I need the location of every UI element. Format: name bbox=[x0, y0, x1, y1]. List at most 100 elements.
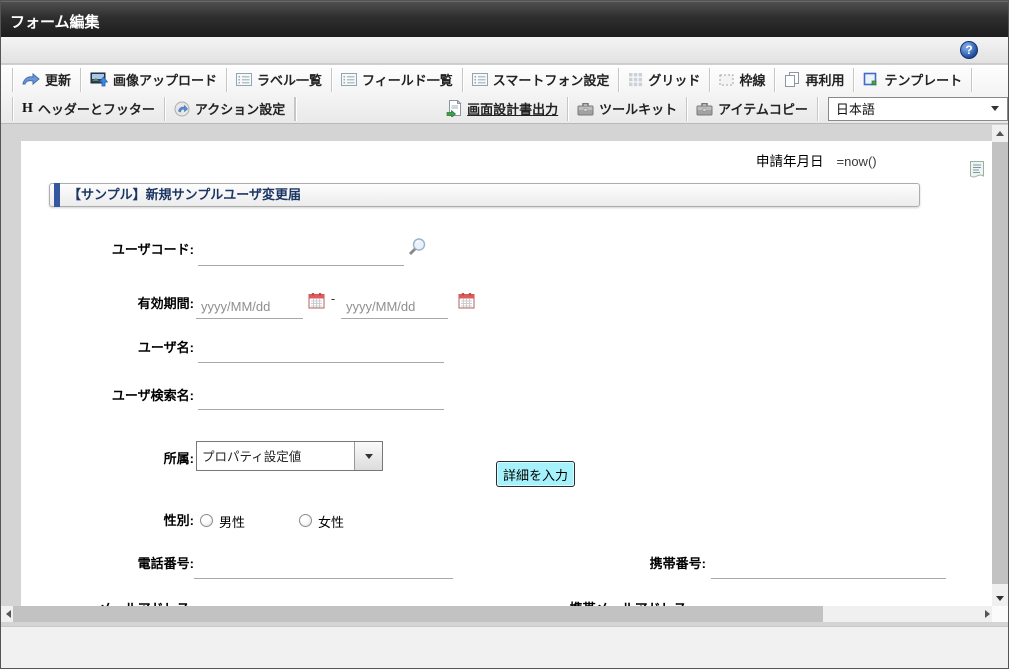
field-list-button[interactable]: フィールド一覧 bbox=[332, 67, 463, 92]
image-upload-button[interactable]: 画像アップロード bbox=[81, 67, 228, 92]
form-title-text: 【サンプル】新規サンプルユーザ変更届 bbox=[68, 187, 301, 202]
mobile-phone-input[interactable] bbox=[711, 549, 946, 579]
language-select-value: 日本語 bbox=[835, 102, 875, 117]
valid-period-from-placeholder: yyyy/MM/dd bbox=[201, 299, 271, 314]
detail-tooltip[interactable]: 詳細を入力 bbox=[496, 461, 576, 487]
toolbar: 更新 画像アップロード ラベル一覧 フィールド一覧 スマートフォン設定 グリッド bbox=[1, 64, 1008, 124]
label-list-button[interactable]: ラベル一覧 bbox=[227, 67, 333, 92]
field-list-icon bbox=[341, 73, 358, 86]
toolbar-spacer bbox=[295, 96, 437, 121]
calendar-icon[interactable] bbox=[308, 292, 325, 314]
valid-period-separator: - bbox=[330, 291, 336, 306]
smartphone-settings-icon bbox=[471, 73, 488, 86]
border-button[interactable]: 枠線 bbox=[710, 67, 776, 92]
reuse-button-label: 再利用 bbox=[805, 73, 845, 88]
applicant-date-formula: =now() bbox=[836, 154, 877, 169]
mobile-phone-label: 携帯番号: bbox=[649, 556, 706, 571]
mobile-email-label: 携帯メールアドレス: bbox=[531, 598, 691, 606]
department-combobox-value: プロパティ設定値 bbox=[202, 450, 302, 464]
detail-tooltip-text: 詳細を入力 bbox=[503, 467, 569, 483]
phone-label: 電話番号: bbox=[137, 556, 194, 571]
blue-accent-bar bbox=[54, 183, 60, 207]
grid-button-label: グリッド bbox=[648, 73, 701, 88]
header-footer-button-label: ヘッダーとフッター bbox=[37, 102, 155, 117]
phone-input[interactable] bbox=[194, 549, 453, 579]
user-code-input[interactable] bbox=[198, 237, 404, 266]
gender-female-label: 女性 bbox=[318, 515, 345, 530]
label-list-icon bbox=[236, 73, 253, 86]
form-title-bar[interactable]: 【サンプル】新規サンプルユーザ変更届 bbox=[49, 183, 920, 207]
screen-design-output-button-label: 画面設計書出力 bbox=[467, 102, 559, 117]
window-titlebar: フォーム編集 bbox=[1, 1, 1008, 37]
vertical-scrollbar-thumb[interactable] bbox=[992, 142, 1008, 584]
template-button-label: テンプレート bbox=[884, 73, 963, 88]
briefcase-icon bbox=[696, 102, 713, 116]
copy-pages-icon bbox=[784, 72, 800, 87]
gender-male-radio[interactable] bbox=[200, 514, 213, 527]
header-footer-button[interactable]: H ヘッダーとフッター bbox=[12, 96, 165, 121]
label-list-button-label: ラベル一覧 bbox=[257, 73, 323, 88]
grid-icon bbox=[628, 72, 643, 87]
dashed-border-icon bbox=[719, 74, 734, 86]
smartphone-settings-button-label: スマートフォン設定 bbox=[492, 73, 610, 88]
scroll-down-icon[interactable] bbox=[992, 590, 1008, 606]
border-button-label: 枠線 bbox=[739, 73, 766, 88]
update-button[interactable]: 更新 bbox=[12, 67, 82, 92]
chevron-down-icon bbox=[364, 453, 373, 459]
combobox-dropdown-button[interactable] bbox=[354, 442, 382, 470]
form-edit-window: フォーム編集 ? 更新 画像アップロード ラベル一覧 フィールド一覧 スマートフ… bbox=[0, 0, 1009, 669]
vertical-scrollbar[interactable] bbox=[992, 125, 1008, 606]
chevron-down-icon bbox=[991, 106, 999, 111]
valid-period-to-placeholder: yyyy/MM/dd bbox=[346, 299, 416, 314]
doc-export-icon bbox=[446, 100, 462, 117]
applicant-date-label: 申請年月日 bbox=[756, 154, 824, 169]
toolbar-row-1: 更新 画像アップロード ラベル一覧 フィールド一覧 スマートフォン設定 グリッド bbox=[1, 65, 1008, 94]
template-icon bbox=[863, 72, 879, 87]
smartphone-settings-button[interactable]: スマートフォン設定 bbox=[463, 67, 620, 92]
toolbar-row-2: H ヘッダーとフッター アクション設定 画面設計書出力 ツールキット アイテムコ… bbox=[1, 94, 1008, 123]
horizontal-scrollbar-thumb[interactable] bbox=[13, 606, 823, 622]
form-canvas: 申請年月日 =now() 【サンプル】新規サンプルユーザ変更届 ユーザコード: … bbox=[21, 141, 994, 606]
gender-label: 性別: bbox=[163, 513, 194, 528]
scrollbar-corner bbox=[992, 606, 1008, 622]
refresh-icon bbox=[22, 73, 40, 86]
toolkit-button-label: ツールキット bbox=[599, 102, 678, 117]
user-name-input[interactable] bbox=[198, 334, 444, 363]
header-footer-icon: H bbox=[22, 100, 33, 116]
department-label: 所属: bbox=[163, 451, 194, 466]
horizontal-scrollbar[interactable] bbox=[1, 606, 994, 622]
template-button[interactable]: テンプレート bbox=[854, 67, 973, 92]
download-shelf: X bis_forma-form-….xlsx すべてのダウンロードを表示 × bbox=[1, 626, 1008, 668]
screen-design-output-button[interactable]: 画面設計書出力 bbox=[437, 96, 569, 121]
script-icon[interactable] bbox=[969, 160, 985, 185]
image-upload-button-label: 画像アップロード bbox=[113, 73, 218, 88]
scroll-up-icon[interactable] bbox=[992, 125, 1008, 141]
user-name-label: ユーザ名: bbox=[137, 340, 194, 355]
update-button-label: 更新 bbox=[45, 73, 72, 88]
applicant-date-item[interactable]: 申請年月日 =now() bbox=[756, 150, 877, 170]
item-copy-button[interactable]: アイテムコピー bbox=[687, 96, 818, 121]
calendar-icon[interactable] bbox=[458, 292, 475, 314]
user-code-label: ユーザコード: bbox=[111, 242, 194, 257]
help-icon[interactable]: ? bbox=[960, 41, 978, 59]
grid-button[interactable]: グリッド bbox=[619, 67, 711, 92]
image-upload-icon bbox=[90, 72, 109, 87]
search-icon[interactable] bbox=[406, 237, 427, 263]
action-arrow-icon bbox=[174, 101, 190, 117]
user-search-name-label: ユーザ検索名: bbox=[111, 388, 194, 403]
toolbox-icon bbox=[577, 102, 594, 116]
field-list-button-label: フィールド一覧 bbox=[362, 73, 453, 88]
department-combobox[interactable]: プロパティ設定値 bbox=[196, 441, 383, 471]
gender-female-radio[interactable] bbox=[299, 514, 312, 527]
item-copy-button-label: アイテムコピー bbox=[718, 102, 808, 117]
language-select[interactable]: 日本語 bbox=[827, 96, 1008, 121]
valid-period-label: 有効期間: bbox=[137, 296, 194, 311]
reuse-button[interactable]: 再利用 bbox=[775, 67, 855, 92]
email-label: メールアドレス: bbox=[34, 598, 194, 606]
page-title: フォーム編集 bbox=[10, 14, 100, 31]
toolkit-button[interactable]: ツールキット bbox=[568, 96, 688, 121]
gender-male-label: 男性 bbox=[219, 515, 246, 530]
user-search-name-input[interactable] bbox=[198, 382, 444, 410]
action-settings-button[interactable]: アクション設定 bbox=[165, 96, 296, 121]
action-settings-button-label: アクション設定 bbox=[194, 102, 286, 117]
